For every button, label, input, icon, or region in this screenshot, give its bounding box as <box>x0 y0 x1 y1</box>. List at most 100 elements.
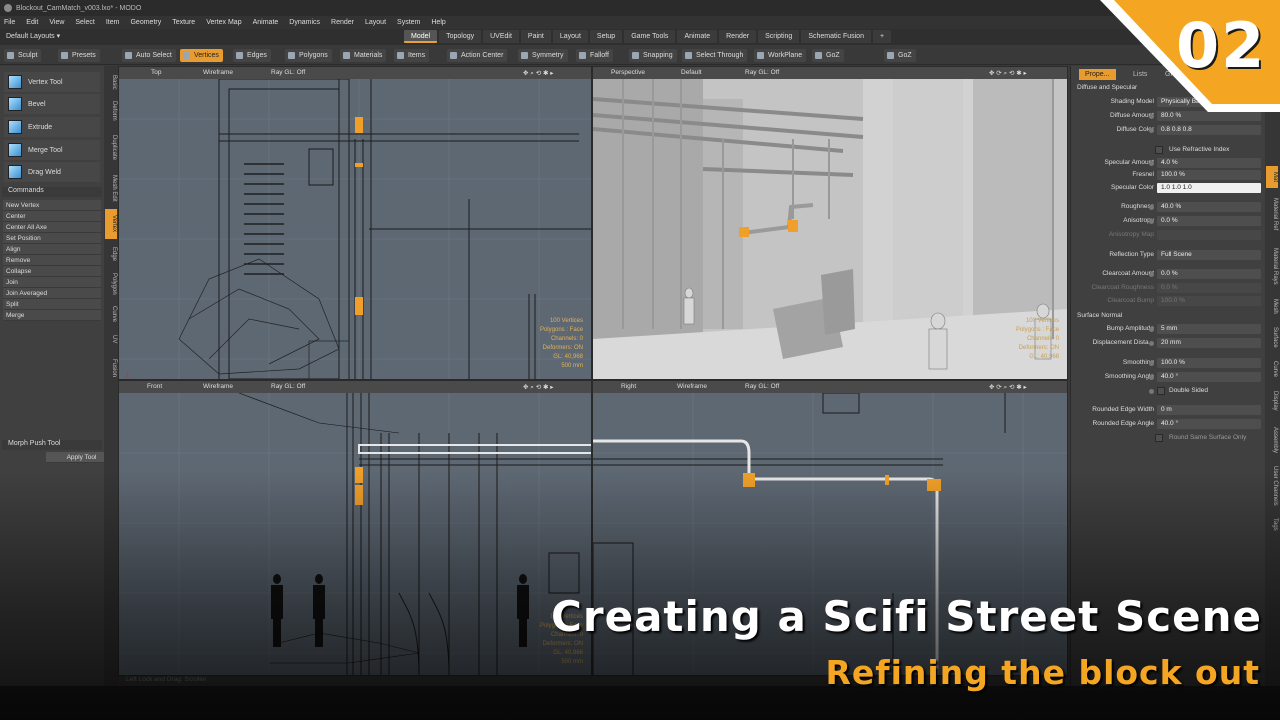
workplane-button[interactable]: WorkPlane <box>754 49 807 62</box>
smoothing-field[interactable]: 100.0 % <box>1157 358 1261 368</box>
tab-setup[interactable]: Setup <box>589 30 623 43</box>
vtab-mat[interactable]: Mat <box>1266 166 1278 188</box>
menu-layout[interactable]: Layout <box>365 19 386 26</box>
ray-gl-toggle[interactable]: Ray GL: Off <box>271 383 305 390</box>
layout-selector[interactable]: Default Layouts ▾ <box>6 32 60 40</box>
channel-dot[interactable] <box>1149 272 1154 277</box>
presets-button[interactable]: Presets <box>58 49 100 62</box>
viewport-perspective[interactable]: Perspective Default Ray GL: Off ✥ ⟳ ⌕ ⟲ … <box>592 66 1068 380</box>
fresnel-field[interactable]: 100.0 % <box>1157 170 1261 180</box>
vtab-vertex[interactable]: Vertex <box>105 209 117 239</box>
menu-help[interactable]: Help <box>431 19 445 26</box>
falloff-button[interactable]: Falloff <box>576 49 613 62</box>
bevel-tool-button[interactable]: Bevel <box>4 94 100 114</box>
round-same-surface-checkbox[interactable] <box>1155 434 1163 442</box>
vtab-material-rays[interactable]: Material Rays <box>1266 242 1278 290</box>
ray-gl-toggle[interactable]: Ray GL: Off <box>745 383 779 390</box>
displacement-distance-field[interactable]: 20 mm <box>1157 338 1261 348</box>
vtab-curve[interactable]: Curve <box>105 302 117 326</box>
cmd-new-vertex[interactable]: New Vertex <box>3 200 101 211</box>
viewport-nav-icons[interactable]: ✥ ⌕ ⟲ ✱ ▸ <box>523 69 553 78</box>
ray-gl-toggle[interactable]: Ray GL: Off <box>271 69 305 76</box>
channel-dot[interactable] <box>1149 327 1154 332</box>
menu-vertex-map[interactable]: Vertex Map <box>206 19 241 26</box>
cmd-collapse[interactable]: Collapse <box>3 266 101 277</box>
clearcoat-roughness-field[interactable]: 0.0 % <box>1157 283 1261 293</box>
cmd-join-averaged[interactable]: Join Averaged <box>3 288 101 299</box>
anisotropy-field[interactable]: 0.0 % <box>1157 216 1261 226</box>
tab-game-tools[interactable]: Game Tools <box>624 30 676 43</box>
clearcoat-amount-field[interactable]: 0.0 % <box>1157 269 1261 279</box>
vtab-fusion[interactable]: Fusion <box>105 354 117 382</box>
add-tab-button[interactable]: + <box>872 30 892 43</box>
cmd-remove[interactable]: Remove <box>3 255 101 266</box>
vtab-curve[interactable]: Curve <box>1266 358 1278 380</box>
vertex-tool-button[interactable]: Vertex Tool <box>4 72 100 92</box>
diffuse-amount-field[interactable]: 80.0 % <box>1157 111 1261 121</box>
menu-item[interactable]: Item <box>106 19 120 26</box>
view-type-dropdown[interactable]: Top <box>151 69 161 76</box>
menu-file[interactable]: File <box>4 19 15 26</box>
cmd-set-position[interactable]: Set Position <box>3 233 101 244</box>
anisotropy-map-select[interactable] <box>1157 230 1261 240</box>
action-center-button[interactable]: Action Center <box>447 49 508 62</box>
morph-push-tool-header[interactable]: Morph Push Tool <box>2 440 102 450</box>
symmetry-button[interactable]: Symmetry <box>518 49 568 62</box>
tab-render[interactable]: Render <box>719 30 757 43</box>
auto-select-button[interactable]: Auto Select <box>122 49 176 62</box>
menu-render[interactable]: Render <box>331 19 354 26</box>
commands-header[interactable]: Commands <box>2 187 102 197</box>
channel-dot[interactable] <box>1149 128 1154 133</box>
shading-dropdown[interactable]: Wireframe <box>677 383 707 390</box>
viewport-top[interactable]: Top Wireframe Ray GL: Off ✥ ⌕ ⟲ ✱ ▸ ⟂ 10… <box>118 66 592 380</box>
cmd-merge[interactable]: Merge <box>3 310 101 321</box>
clearcoat-bump-field[interactable]: 100.0 % <box>1157 296 1261 306</box>
reflection-type-select[interactable]: Full Scene <box>1157 250 1261 260</box>
edges-mode-button[interactable]: Edges <box>233 49 271 62</box>
cmd-join[interactable]: Join <box>3 277 101 288</box>
rounded-edge-angle-field[interactable]: 40.0 ° <box>1157 419 1261 429</box>
vtab-surface[interactable]: Surface <box>1266 322 1278 352</box>
goz-button-2[interactable]: GoZ <box>884 49 916 62</box>
specular-amount-field[interactable]: 4.0 % <box>1157 158 1261 168</box>
vtab-basic[interactable]: Basic <box>105 70 117 94</box>
menu-geometry[interactable]: Geometry <box>130 19 161 26</box>
tab-schematic-fusion[interactable]: Schematic Fusion <box>801 30 871 43</box>
viewport-front[interactable]: Front Wireframe Ray GL: Off ✥ ⌕ ⟲ ✱ ▸ ⟂ … <box>118 380 592 676</box>
rounded-edge-width-field[interactable]: 0 m <box>1157 405 1261 415</box>
vtab-assembly[interactable]: Assembly <box>1266 422 1278 458</box>
extrude-tool-button[interactable]: Extrude <box>4 117 100 137</box>
shading-dropdown[interactable]: Wireframe <box>203 383 233 390</box>
double-sided-checkbox[interactable] <box>1157 387 1165 395</box>
view-type-dropdown[interactable]: Front <box>147 383 162 390</box>
channel-dot[interactable] <box>1149 361 1154 366</box>
select-through-button[interactable]: Select Through <box>682 49 748 62</box>
surface-normal-section[interactable]: Surface Normal <box>1077 312 1122 319</box>
menu-select[interactable]: Select <box>75 19 94 26</box>
roughness-field[interactable]: 40.0 % <box>1157 202 1261 212</box>
smoothing-angle-field[interactable]: 40.0 ° <box>1157 372 1261 382</box>
bump-amplitude-field[interactable]: 5 mm <box>1157 324 1261 334</box>
cmd-center-all-axes[interactable]: Center All Axe <box>3 222 101 233</box>
viewport-nav-icons[interactable]: ✥ ⟳ ⌕ ⟲ ✱ ▸ <box>989 69 1027 78</box>
vtab-display[interactable]: Display <box>1266 386 1278 416</box>
viewport-nav-icons[interactable]: ✥ ⌕ ⟲ ✱ ▸ <box>523 383 553 392</box>
tab-topology[interactable]: Topology <box>439 30 482 43</box>
merge-tool-button[interactable]: Merge Tool <box>4 140 100 160</box>
vtab-duplicate[interactable]: Duplicate <box>105 130 117 166</box>
view-type-dropdown[interactable]: Perspective <box>611 69 645 76</box>
vtab-polygon[interactable]: Polygon <box>105 269 117 299</box>
vtab-deform[interactable]: Deform <box>105 96 117 126</box>
menu-view[interactable]: View <box>49 19 64 26</box>
tab-scripting[interactable]: Scripting <box>758 30 800 43</box>
vtab-edge[interactable]: Edge <box>105 242 117 266</box>
ray-gl-toggle[interactable]: Ray GL: Off <box>745 69 779 76</box>
menu-texture[interactable]: Texture <box>172 19 195 26</box>
cmd-split[interactable]: Split <box>3 299 101 310</box>
tab-layout[interactable]: Layout <box>552 30 588 43</box>
diffuse-color-field[interactable]: 0.8 0.8 0.8 <box>1157 125 1261 135</box>
items-mode-button[interactable]: Items <box>394 49 430 62</box>
menu-system[interactable]: System <box>397 19 420 26</box>
tab-paint[interactable]: Paint <box>520 30 551 43</box>
snapping-button[interactable]: Snapping <box>629 49 677 62</box>
